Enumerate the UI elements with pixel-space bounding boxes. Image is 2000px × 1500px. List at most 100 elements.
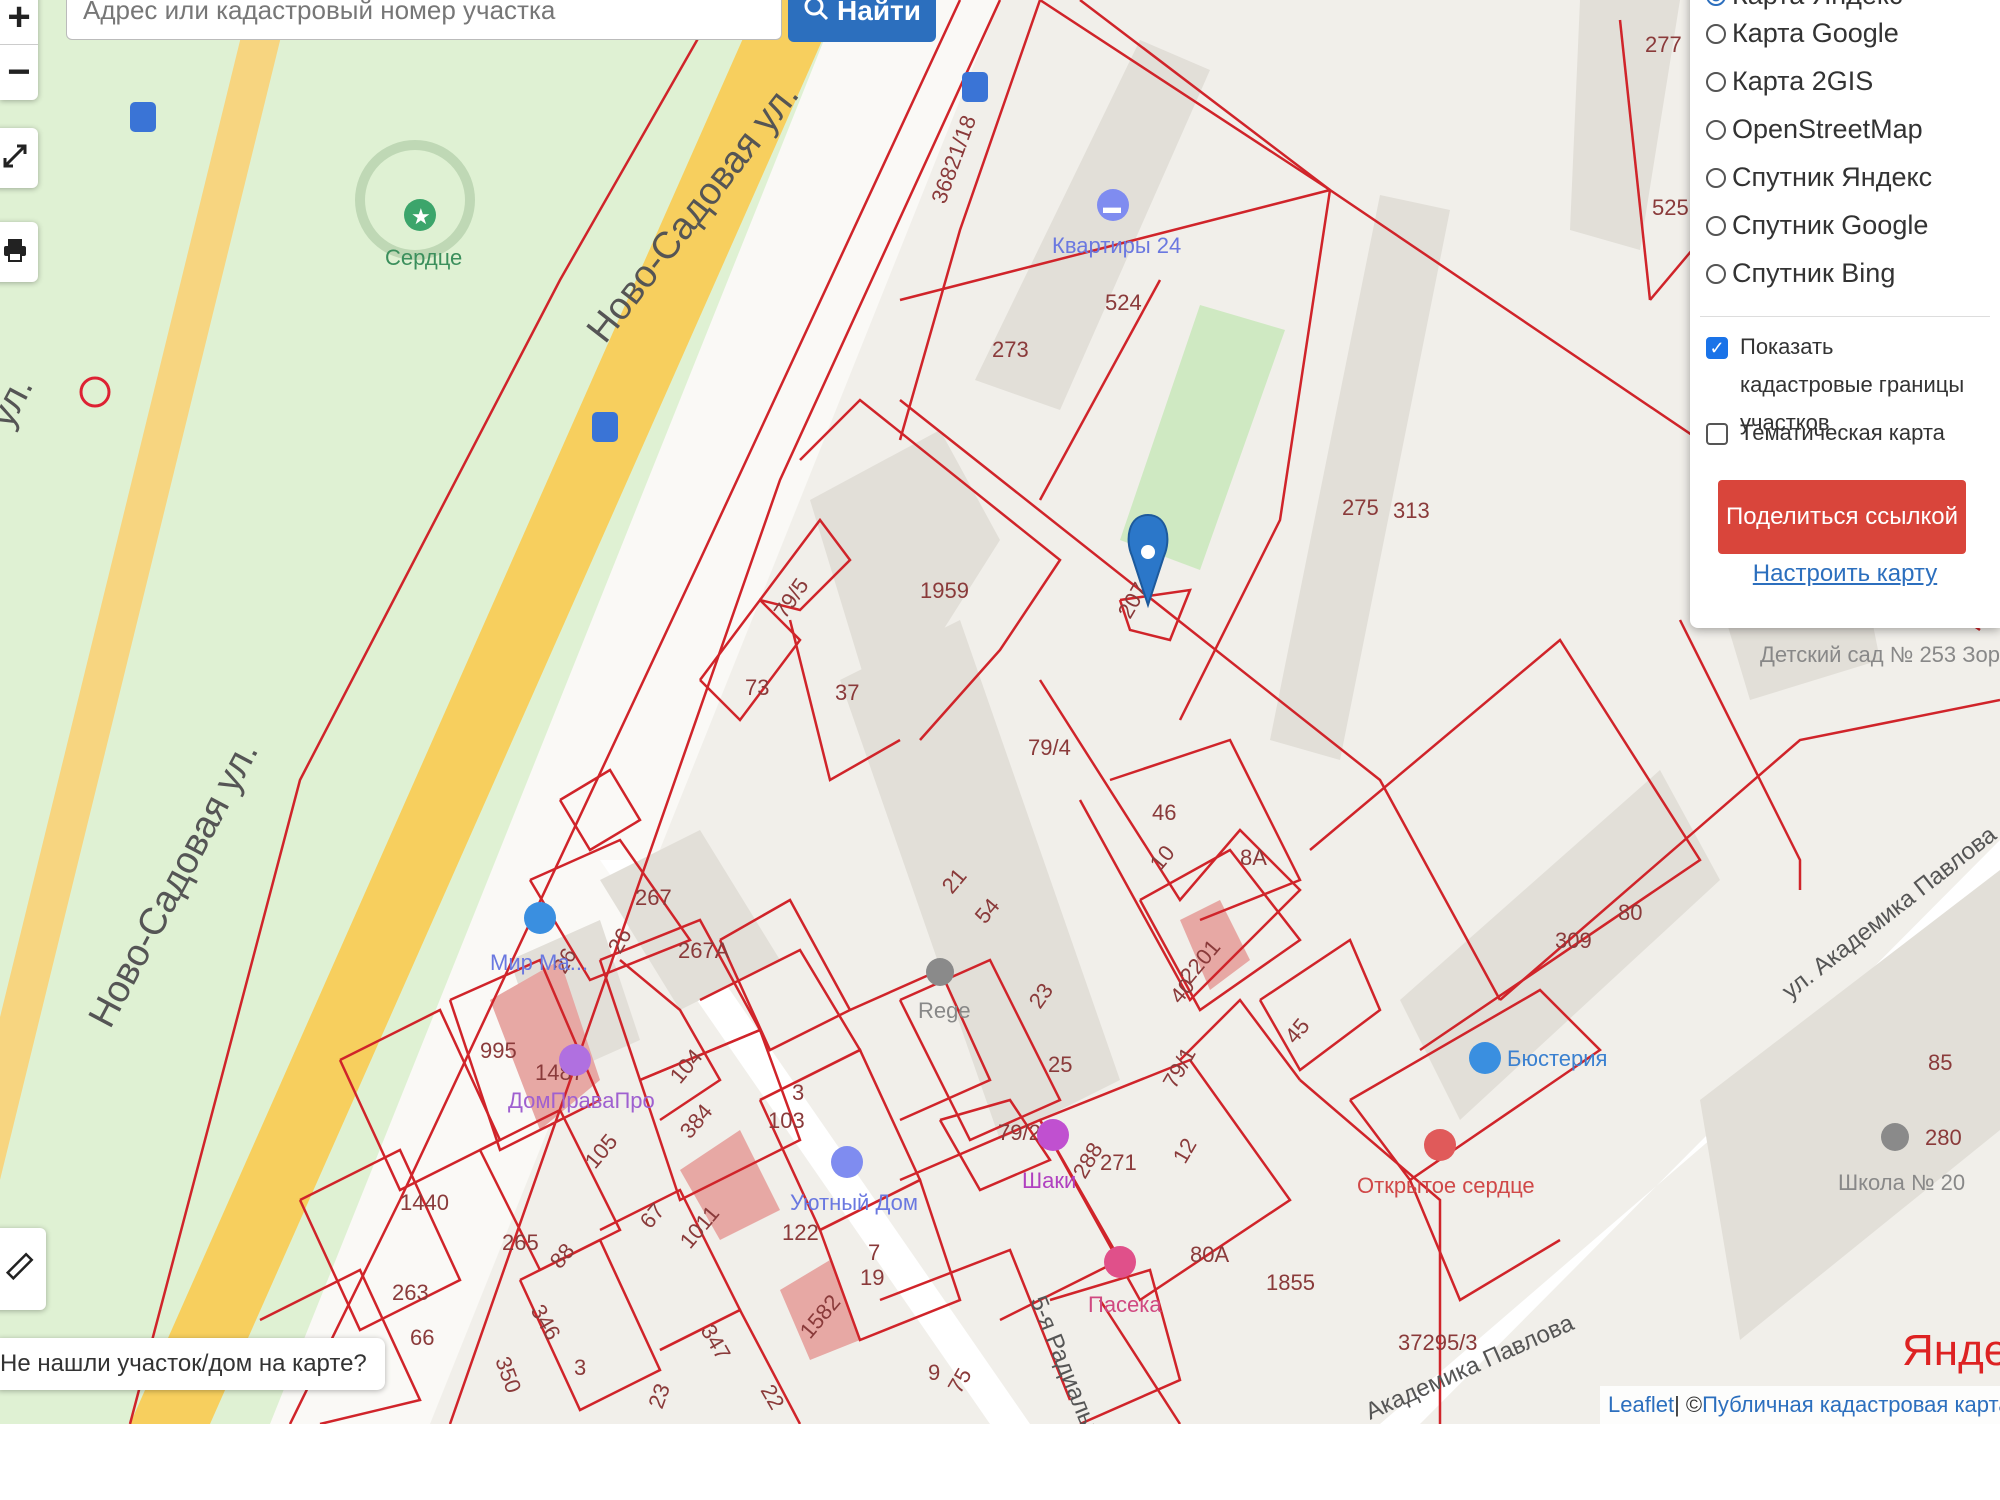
yandex-logo: Яндекс bbox=[1902, 1326, 2000, 1375]
leaflet-link[interactable]: Leaflet bbox=[1608, 1392, 1674, 1418]
pkk-link[interactable]: Публичная кадастровая карта bbox=[1702, 1392, 2000, 1418]
star-icon: ★ bbox=[411, 204, 431, 229]
plot-label: 46 bbox=[1152, 800, 1176, 825]
expand-icon bbox=[1, 142, 29, 175]
plot-label: 8А bbox=[1240, 845, 1267, 870]
share-link-button[interactable]: Поделиться ссылкой bbox=[1718, 480, 1966, 554]
layer-option-label: Спутник Google bbox=[1732, 210, 1929, 240]
layer-option-osm[interactable]: OpenStreetMap bbox=[1706, 114, 1923, 145]
plot-label: 66 bbox=[410, 1325, 434, 1350]
plot-label: 7 bbox=[868, 1240, 880, 1265]
plot-label: 23 bbox=[643, 1380, 675, 1412]
plot-label: 79/4 bbox=[1028, 735, 1071, 760]
thematic-map-toggle[interactable]: Тематическая карта bbox=[1706, 414, 1945, 452]
bus-stop-icon[interactable] bbox=[962, 72, 988, 102]
poi-label: Бюстерия bbox=[1507, 1046, 1607, 1071]
ruler-icon bbox=[3, 1251, 35, 1288]
layer-option-sat-google[interactable]: Спутник Google bbox=[1706, 210, 1928, 241]
plot-label: 1440 bbox=[400, 1190, 449, 1215]
plot-label: 995 bbox=[480, 1038, 517, 1063]
layer-option-label: Спутник Bing bbox=[1732, 258, 1896, 288]
plot-label: 309 bbox=[1555, 928, 1592, 953]
plot-label: 3 bbox=[792, 1080, 804, 1105]
poi-label: Пасека bbox=[1088, 1292, 1162, 1317]
bus-stop-icon[interactable] bbox=[130, 102, 156, 132]
poi-label: Детский сад № 253 Зоренька bbox=[1760, 642, 2000, 667]
plot-label: 79/2 bbox=[998, 1120, 1041, 1145]
plot-label: 265 bbox=[502, 1230, 539, 1255]
layer-option-label: Спутник Яндекс bbox=[1732, 162, 1933, 192]
layer-option-yandex[interactable]: Карта Яндекс bbox=[1706, 0, 1903, 11]
plot-label: 273 bbox=[992, 337, 1029, 362]
plot-label: 88 bbox=[545, 1238, 580, 1273]
search-button[interactable]: Найти bbox=[788, 0, 936, 42]
street-label: Академика Павлова bbox=[1361, 1309, 1578, 1424]
checkbox[interactable] bbox=[1706, 423, 1728, 445]
plot-label: 9 bbox=[928, 1360, 940, 1385]
radio-button[interactable] bbox=[1706, 215, 1726, 236]
plot-label: 267 bbox=[635, 885, 672, 910]
plot-label: 73 bbox=[745, 675, 769, 700]
radio-button[interactable] bbox=[1706, 263, 1726, 284]
not-found-button[interactable]: Не нашли участок/дом на карте? bbox=[0, 1338, 385, 1390]
plot-label: 25 bbox=[1048, 1052, 1072, 1077]
plot-label: 122 bbox=[782, 1220, 819, 1245]
plot-label: 350 bbox=[490, 1353, 526, 1396]
poi-label: Квартиры 24 bbox=[1052, 233, 1181, 258]
plot-label: 525 bbox=[1652, 195, 1689, 220]
print-button[interactable] bbox=[0, 222, 38, 282]
zoom-in-button[interactable]: + bbox=[0, 0, 38, 44]
plot-label: 80 bbox=[1618, 900, 1642, 925]
poi-busteria[interactable]: Бюстерия bbox=[1469, 1042, 1607, 1074]
plot-label: 280 bbox=[1925, 1125, 1962, 1150]
poi-label: Открытое сердце bbox=[1357, 1173, 1535, 1198]
layers-panel: Карта Яндекс Карта Google Карта 2GIS Ope… bbox=[1690, 0, 2000, 628]
fullscreen-button[interactable] bbox=[0, 128, 38, 188]
plot-label: 85 bbox=[1928, 1050, 1952, 1075]
bus-stop-icon[interactable] bbox=[592, 412, 618, 442]
plot-label: 22 bbox=[756, 1380, 790, 1414]
plot-label: 19 bbox=[860, 1265, 884, 1290]
plot-label: 524 bbox=[1105, 290, 1142, 315]
search-box bbox=[66, 0, 782, 40]
layer-option-sat-bing[interactable]: Спутник Bing bbox=[1706, 258, 1895, 289]
plot-label: 263 bbox=[392, 1280, 429, 1305]
radio-button[interactable] bbox=[1706, 119, 1726, 140]
radio-button[interactable] bbox=[1706, 23, 1726, 44]
plot-label: 80А bbox=[1190, 1242, 1229, 1267]
radio-button[interactable] bbox=[1706, 71, 1726, 92]
radio-button[interactable] bbox=[1706, 167, 1726, 188]
plot-label: 105 bbox=[580, 1129, 623, 1173]
poi-label: Шаки bbox=[1022, 1168, 1076, 1193]
radio-button[interactable] bbox=[1706, 0, 1726, 6]
poi-label: Мир Ма... bbox=[490, 950, 588, 975]
poi-paseka[interactable]: Пасека bbox=[1088, 1246, 1162, 1317]
configure-map-link[interactable]: Настроить карту bbox=[1690, 560, 2000, 588]
plot-label: 3 bbox=[574, 1355, 586, 1380]
plot-label: 103 bbox=[768, 1108, 805, 1133]
layer-option-label: Карта 2GIS bbox=[1732, 66, 1874, 96]
zoom-out-button[interactable]: − bbox=[0, 45, 38, 99]
search-button-label: Найти bbox=[837, 0, 921, 26]
poi-label: Сердце bbox=[385, 245, 462, 270]
poi-label: ДомПраваПро bbox=[508, 1088, 655, 1113]
checkbox[interactable]: ✓ bbox=[1706, 337, 1728, 359]
layer-option-label: Карта Яндекс bbox=[1732, 0, 1903, 11]
poi-detsad: Детский сад № 253 Зоренька bbox=[1760, 642, 2000, 667]
layer-option-label: OpenStreetMap bbox=[1732, 114, 1923, 144]
plot-label: 104 bbox=[665, 1044, 708, 1088]
plot-label: 267А bbox=[678, 938, 730, 963]
poi-label: Школа № 20 bbox=[1838, 1170, 1965, 1195]
layer-option-sat-yandex[interactable]: Спутник Яндекс bbox=[1706, 162, 1932, 193]
plot-label: 1959 bbox=[920, 578, 969, 603]
plot-label: 1855 bbox=[1266, 1270, 1315, 1295]
attribution-separator: | © bbox=[1674, 1392, 1703, 1417]
layer-option-2gis[interactable]: Карта 2GIS bbox=[1706, 66, 1873, 97]
printer-icon bbox=[1, 236, 29, 269]
plot-label: 37 bbox=[835, 680, 859, 705]
layer-option-google[interactable]: Карта Google bbox=[1706, 18, 1899, 49]
poi-otkrytoe[interactable]: Открытое сердце bbox=[1357, 1129, 1535, 1198]
checkbox-label: Тематическая карта bbox=[1740, 420, 1945, 445]
measure-button[interactable] bbox=[0, 1228, 46, 1310]
search-input[interactable] bbox=[67, 0, 781, 39]
